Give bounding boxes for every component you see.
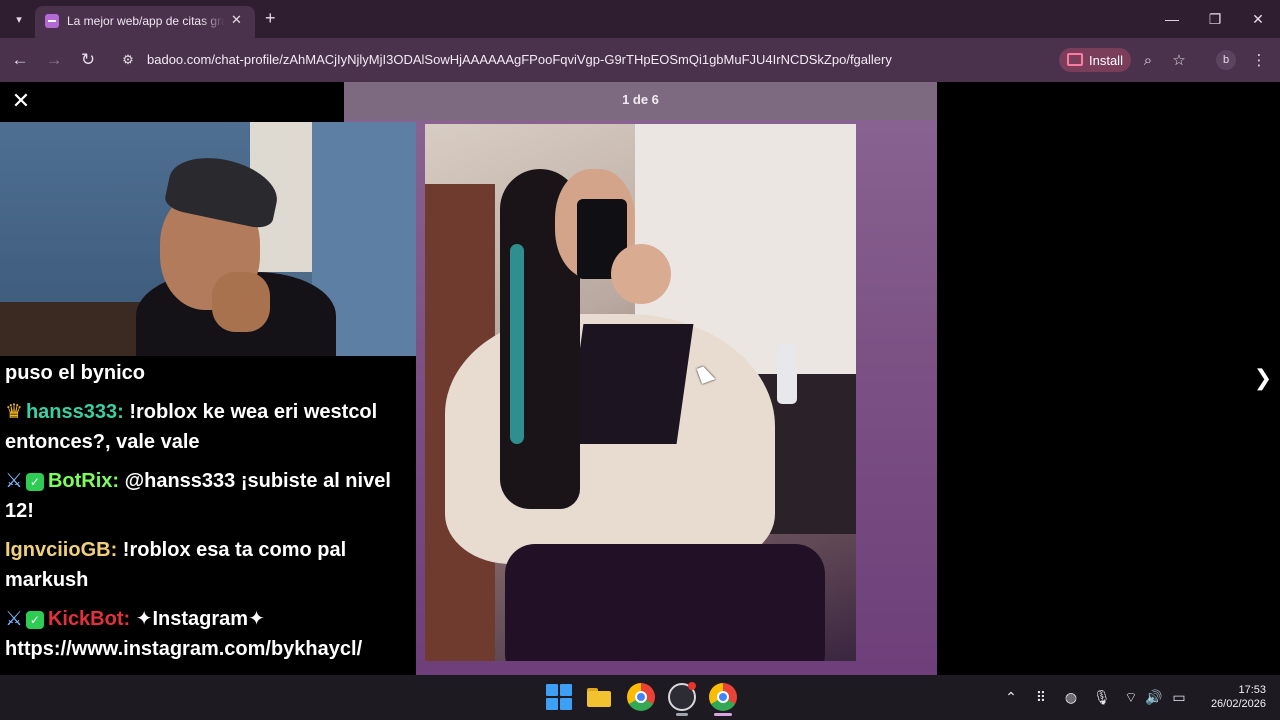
menu-kebab-icon[interactable]: ⋮	[1248, 50, 1270, 72]
tray-obs-icon[interactable]: ◍	[1062, 688, 1080, 706]
restore-button[interactable]: ❐	[1200, 8, 1230, 30]
webcam-streamer-hand	[212, 272, 270, 332]
browser-tab[interactable]: La mejor web/app de citas grat ✕	[35, 6, 255, 38]
notification-dot-icon	[688, 682, 696, 690]
back-button[interactable]: ←	[8, 48, 32, 72]
chat-username: BotRix:	[47, 470, 120, 492]
chat-username: hanss333:	[25, 401, 124, 423]
window-close-button[interactable]: ✕	[1243, 8, 1273, 30]
minimize-button[interactable]: —	[1157, 8, 1187, 30]
windows-start-icon[interactable]	[545, 683, 573, 711]
browser-toolbar: ← → ↻ ⚙ badoo.com/chat-profile/zAhMACjIy…	[0, 38, 1280, 82]
install-app-button[interactable]: Install	[1059, 48, 1131, 72]
chat-username: IgnvciioGB:	[5, 539, 118, 561]
photo-pants	[505, 544, 825, 661]
page-content: ✕ 1 de 6 ❯ puso el bynico ♛ hanss333: !r…	[0, 82, 1280, 675]
system-clock[interactable]: 17:53 26/02/2026	[1196, 683, 1266, 711]
chat-message: puso el bynico	[5, 358, 411, 388]
profile-avatar[interactable]: b	[1216, 50, 1236, 70]
sword-badge-icon: ⚔	[5, 608, 23, 630]
sword-badge-icon: ⚔	[5, 470, 23, 492]
verified-badge-icon: ✓	[25, 611, 44, 629]
volume-icon[interactable]: 🔊	[1145, 688, 1163, 706]
photo-gallery: 1 de 6	[344, 82, 937, 675]
clock-date: 26/02/2026	[1210, 698, 1266, 710]
tab-strip: ▾ La mejor web/app de citas grat ✕ + — ❐…	[0, 0, 1280, 38]
profile-photo[interactable]	[425, 124, 856, 661]
file-explorer-icon[interactable]	[585, 683, 613, 711]
gallery-close-button[interactable]: ✕	[10, 90, 32, 112]
chat-message: ⚔ ✓ BotRix: @hanss333 ¡subiste al nivel 12…	[5, 466, 411, 526]
windows-taskbar: ⌃ ⠿ ◍ 🎙 ⌔ 🔊 ▭ 17:53 26/02/2026	[0, 675, 1280, 720]
photo-hair-highlight	[510, 244, 524, 444]
clock-time: 17:53	[1238, 684, 1266, 696]
chat-message: ⚔ ✓ KickBot: ✦Instagram✦ https://www.insta…	[5, 604, 411, 664]
badoo-favicon-icon	[45, 14, 59, 28]
new-tab-button[interactable]: +	[265, 8, 276, 28]
zoom-icon[interactable]: ⌕	[1137, 50, 1159, 72]
install-label: Install	[1089, 53, 1123, 68]
forward-button[interactable]: →	[42, 48, 66, 72]
obs-icon[interactable]	[668, 682, 696, 711]
microphone-icon[interactable]: 🎙	[1093, 688, 1111, 706]
next-photo-chevron-icon[interactable]: ❯	[1252, 366, 1274, 390]
chat-message: IgnvciioGB: !roblox esa ta como pal mark…	[5, 535, 411, 595]
chat-text: puso el bynico	[5, 362, 146, 384]
wifi-icon[interactable]: ⌔	[1122, 688, 1140, 706]
bookmark-star-icon[interactable]: ☆	[1168, 50, 1190, 72]
tab-search-button[interactable]: ▾	[8, 8, 30, 30]
photo-hand	[611, 244, 671, 304]
webcam-overlay	[0, 122, 416, 356]
url-text[interactable]: badoo.com/chat-profile/zAhMACjIyNjlyMjI3…	[147, 52, 892, 67]
chrome-icon[interactable]	[627, 683, 655, 711]
address-bar[interactable]: ⚙ badoo.com/chat-profile/zAhMACjIyNjlyMj…	[112, 44, 1280, 76]
photo-bottle	[777, 344, 797, 404]
install-icon	[1067, 53, 1083, 66]
tab-title: La mejor web/app de citas grat	[67, 14, 225, 28]
gallery-header: 1 de 6	[344, 82, 937, 120]
webcam-desk	[0, 302, 140, 356]
chrome-profile-icon[interactable]	[709, 683, 737, 711]
verified-badge-icon: ✓	[25, 473, 44, 491]
stream-chat-overlay: puso el bynico ♛ hanss333: !roblox ke wea…	[0, 356, 416, 675]
tab-close-icon[interactable]: ✕	[231, 12, 242, 28]
battery-icon[interactable]: ▭	[1169, 688, 1189, 706]
running-indicator	[676, 713, 688, 716]
reload-button[interactable]: ↻	[76, 48, 100, 72]
tray-apps-grid-icon[interactable]: ⠿	[1032, 688, 1050, 706]
tray-overflow-chevron-icon[interactable]: ⌃	[1003, 688, 1019, 706]
chat-username: KickBot:	[47, 608, 131, 630]
photo-counter: 1 de 6	[622, 92, 659, 107]
chat-message: ♛ hanss333: !roblox ke wea eri westcol en…	[5, 397, 411, 457]
photo-hoodie-panel	[566, 324, 694, 444]
site-info-icon[interactable]: ⚙	[118, 50, 138, 70]
active-app-indicator	[714, 713, 732, 716]
crown-badge-icon: ♛	[5, 401, 23, 423]
